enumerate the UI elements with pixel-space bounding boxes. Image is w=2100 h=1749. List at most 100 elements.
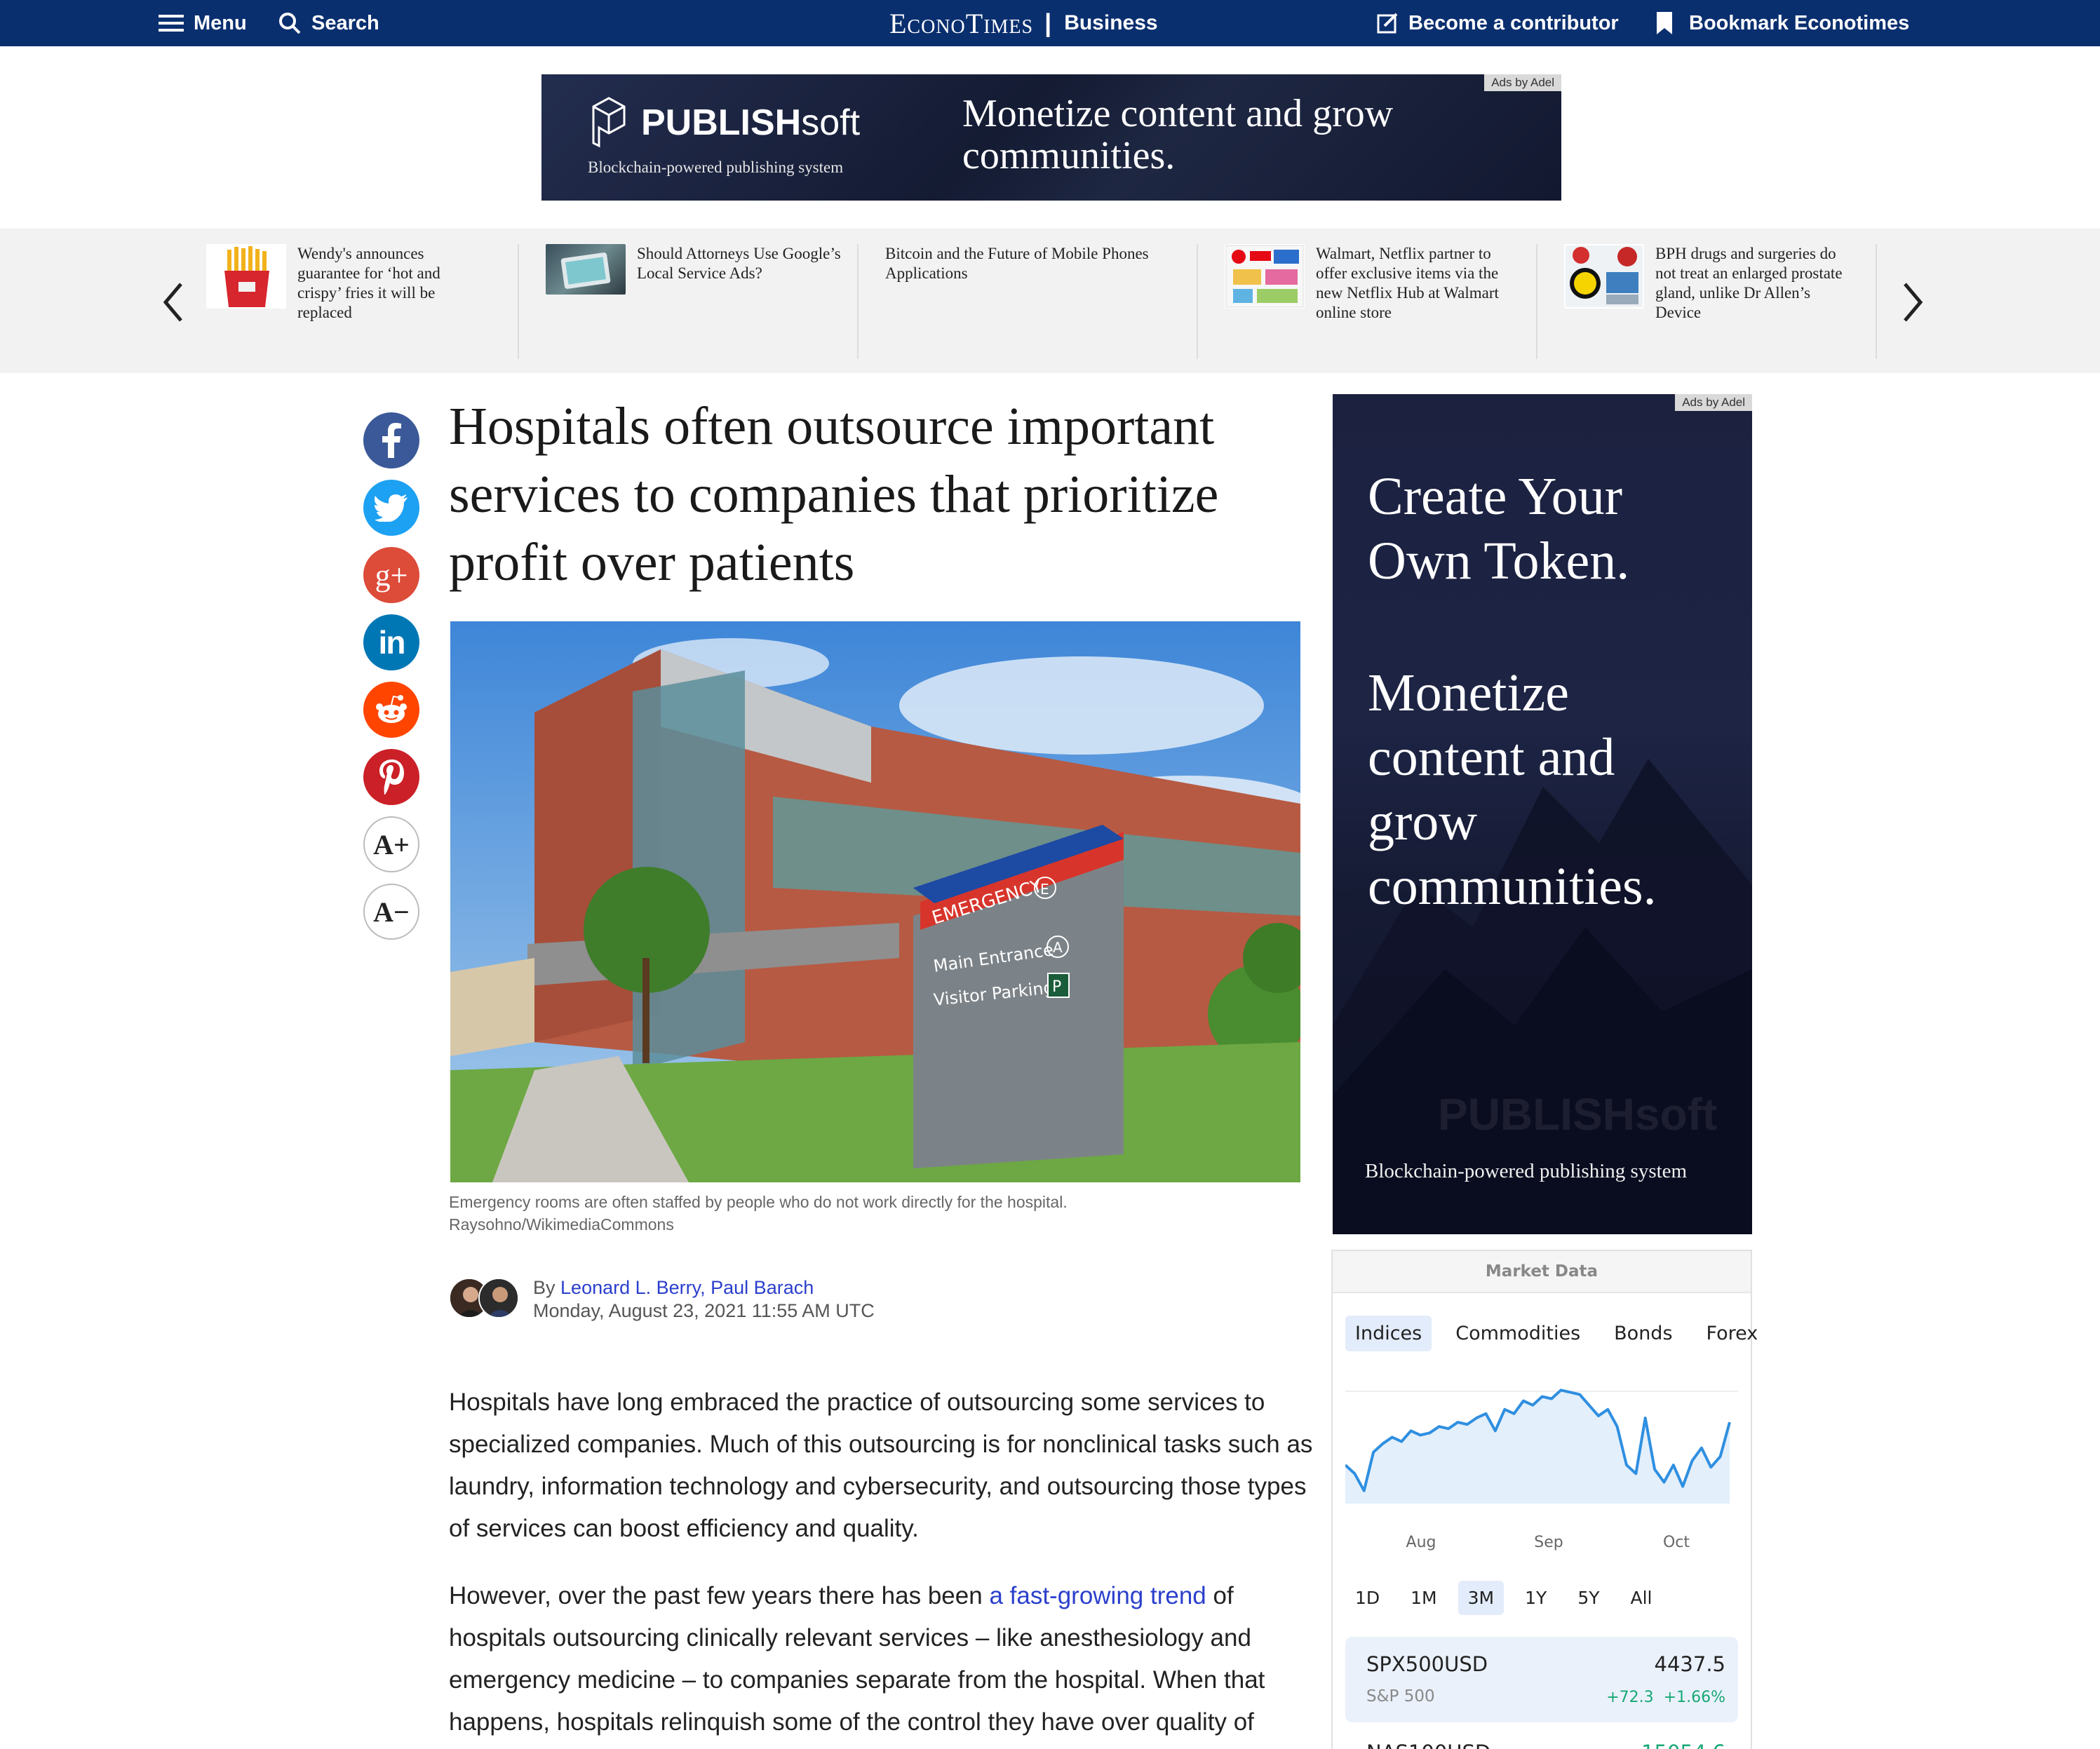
carousel-divider	[1876, 244, 1877, 359]
linkedin-icon: in	[378, 624, 406, 661]
ad-message: Monetize content and grow communities.	[962, 92, 1394, 177]
quote-price: 15054.6	[1641, 1741, 1725, 1749]
quote-symbol: NAS100USD	[1366, 1741, 1490, 1749]
carousel-divider	[857, 244, 859, 359]
reddit-share-button[interactable]	[363, 682, 419, 738]
author-links[interactable]: Leonard L. Berry, Paul Barach	[560, 1277, 814, 1298]
caption-text: Emergency rooms are often staffed by peo…	[449, 1193, 1068, 1211]
bookmark-link[interactable]: Bookmark Econotimes	[1655, 0, 1909, 46]
article-headline: Hospitals often outsource important serv…	[449, 397, 1219, 592]
social-share-bar: g+ in A+ A−	[363, 412, 419, 951]
section-name[interactable]: Business	[1064, 11, 1157, 35]
carousel-item[interactable]: Walmart, Netflix partner to offer exclus…	[1225, 244, 1522, 359]
hero-image: EMERGENCY E Main Entrance A Visitor Park…	[450, 621, 1300, 1182]
period-5y[interactable]: 5Y	[1568, 1581, 1609, 1615]
tablet-thumbnail	[546, 244, 626, 295]
chart-x-tick-label: Oct	[1663, 1534, 1690, 1551]
facebook-icon	[382, 423, 401, 458]
brand-light: soft	[801, 102, 861, 143]
brand-separator: |	[1044, 8, 1052, 37]
facebook-share-button[interactable]	[363, 412, 419, 468]
carousel-prev-button[interactable]	[156, 278, 191, 327]
carousel-divider	[518, 244, 519, 359]
publishsoft-logo: PUBLISHsoft	[588, 97, 860, 149]
carousel-next-button[interactable]	[1895, 278, 1930, 327]
market-data-title: Market Data	[1333, 1251, 1751, 1293]
hamburger-icon	[159, 15, 184, 32]
news-carousel: Wendy's announces guarantee for ‘hot and…	[0, 229, 2100, 373]
ad-watermark: PUBLISHsoft	[1438, 1089, 1718, 1140]
period-selector: 1D 1M 3M 1Y 5Y All	[1345, 1581, 1674, 1615]
quote-change: +72.3 +1.66%	[1606, 1689, 1725, 1706]
tab-forex[interactable]: Forex	[1697, 1316, 1768, 1351]
ad-tagline: Blockchain-powered publishing system	[1365, 1160, 1688, 1182]
sign-parking-badge: P	[1052, 978, 1061, 996]
by-prefix: By	[533, 1277, 556, 1298]
carousel-divider	[1197, 244, 1198, 359]
ad-tag: Ads by Adel	[1484, 74, 1561, 91]
fries-thumbnail	[206, 244, 286, 309]
publish-date: Monday, August 23, 2021 11:55 AM UTC	[533, 1300, 875, 1321]
carousel-item-title: Should Attorneys Use Google’s Local Serv…	[637, 245, 841, 282]
bookmark-label: Bookmark Econotimes	[1689, 11, 1910, 34]
tab-commodities[interactable]: Commodities	[1446, 1316, 1590, 1351]
carousel-item[interactable]: Should Attorneys Use Google’s Local Serv…	[546, 244, 854, 359]
ad-message: Monetize content and grow communities.	[1368, 663, 1657, 916]
market-chart[interactable]: Aug Sep Oct	[1345, 1356, 1738, 1567]
quote-row[interactable]: SPX500USD S&P 500 4437.5 +72.3 +1.66%	[1345, 1637, 1738, 1722]
twitter-icon	[375, 494, 408, 522]
avatar[interactable]	[478, 1278, 519, 1318]
banner-ad[interactable]: Ads by Adel PUBLISHsoft Blockchain-power…	[541, 74, 1561, 201]
bookmark-icon	[1657, 12, 1672, 34]
ad-headline: Create Your Own Token.	[1368, 467, 1630, 590]
article-body: Hospitals have long embraced the practic…	[449, 1382, 1319, 1749]
paragraph: However, over the past few years there h…	[449, 1575, 1319, 1743]
sign-emergency-badge: E	[1040, 881, 1049, 898]
paragraph-text: However, over the past few years there h…	[449, 1582, 990, 1609]
search-button[interactable]: Search	[278, 0, 379, 46]
period-1m[interactable]: 1M	[1401, 1581, 1446, 1615]
carousel-item-title: Walmart, Netflix partner to offer exclus…	[1316, 245, 1499, 321]
linkedin-share-button[interactable]: in	[363, 614, 419, 670]
google-plus-icon: g+	[375, 558, 408, 593]
quote-row[interactable]: NAS100USD 15054.6	[1345, 1734, 1738, 1749]
carousel-item[interactable]: BPH drugs and surgeries do not treat an …	[1564, 244, 1859, 359]
side-ad[interactable]: Ads by Adel Create Your Own Token. Monet…	[1333, 394, 1752, 1234]
sign-main-badge: A	[1053, 939, 1063, 956]
inline-link[interactable]: a fast-growing trend	[989, 1582, 1206, 1609]
chart-x-tick-label: Aug	[1406, 1534, 1436, 1551]
pinterest-icon	[379, 759, 404, 795]
site-logo[interactable]: EconoTimes	[889, 7, 1033, 40]
carousel-item[interactable]: Bitcoin and the Future of Mobile Phones …	[885, 244, 1194, 359]
google-plus-share-button[interactable]: g+	[363, 547, 419, 603]
quote-price: 4437.5	[1654, 1652, 1725, 1676]
author-avatars	[449, 1278, 519, 1318]
carousel-item-title: Bitcoin and the Future of Mobile Phones …	[885, 245, 1149, 282]
font-decrease-icon: A−	[373, 896, 410, 928]
search-label: Search	[311, 11, 379, 34]
chevron-left-icon	[163, 283, 182, 322]
author-line: By Leonard L. Berry, Paul Barach	[533, 1276, 875, 1299]
font-increase-button[interactable]: A+	[363, 816, 419, 872]
quote-change-abs: +72.3	[1606, 1689, 1654, 1706]
pinterest-share-button[interactable]	[363, 749, 419, 805]
period-3m[interactable]: 3M	[1458, 1581, 1505, 1615]
walmart-thumbnail	[1225, 244, 1305, 309]
become-contributor-link[interactable]: Become a contributor	[1376, 0, 1619, 46]
chart-area	[1345, 1390, 1730, 1504]
tab-bonds[interactable]: Bonds	[1604, 1316, 1682, 1351]
period-1d[interactable]: 1D	[1345, 1581, 1389, 1615]
font-decrease-button[interactable]: A−	[363, 884, 419, 940]
quote-symbol: SPX500USD	[1366, 1652, 1488, 1676]
twitter-share-button[interactable]	[363, 480, 419, 536]
ad-tag: Ads by Adel	[1675, 394, 1752, 411]
menu-label: Menu	[194, 11, 247, 34]
tab-indices[interactable]: Indices	[1345, 1316, 1432, 1351]
menu-button[interactable]: Menu	[159, 0, 247, 46]
brand: EconoTimes | Business	[889, 0, 1158, 46]
bph-thumbnail	[1564, 244, 1644, 309]
cube-logo-icon	[592, 97, 626, 148]
period-all[interactable]: All	[1621, 1581, 1662, 1615]
carousel-item[interactable]: Wendy's announces guarantee for ‘hot and…	[206, 244, 487, 359]
period-1y[interactable]: 1Y	[1515, 1581, 1556, 1615]
